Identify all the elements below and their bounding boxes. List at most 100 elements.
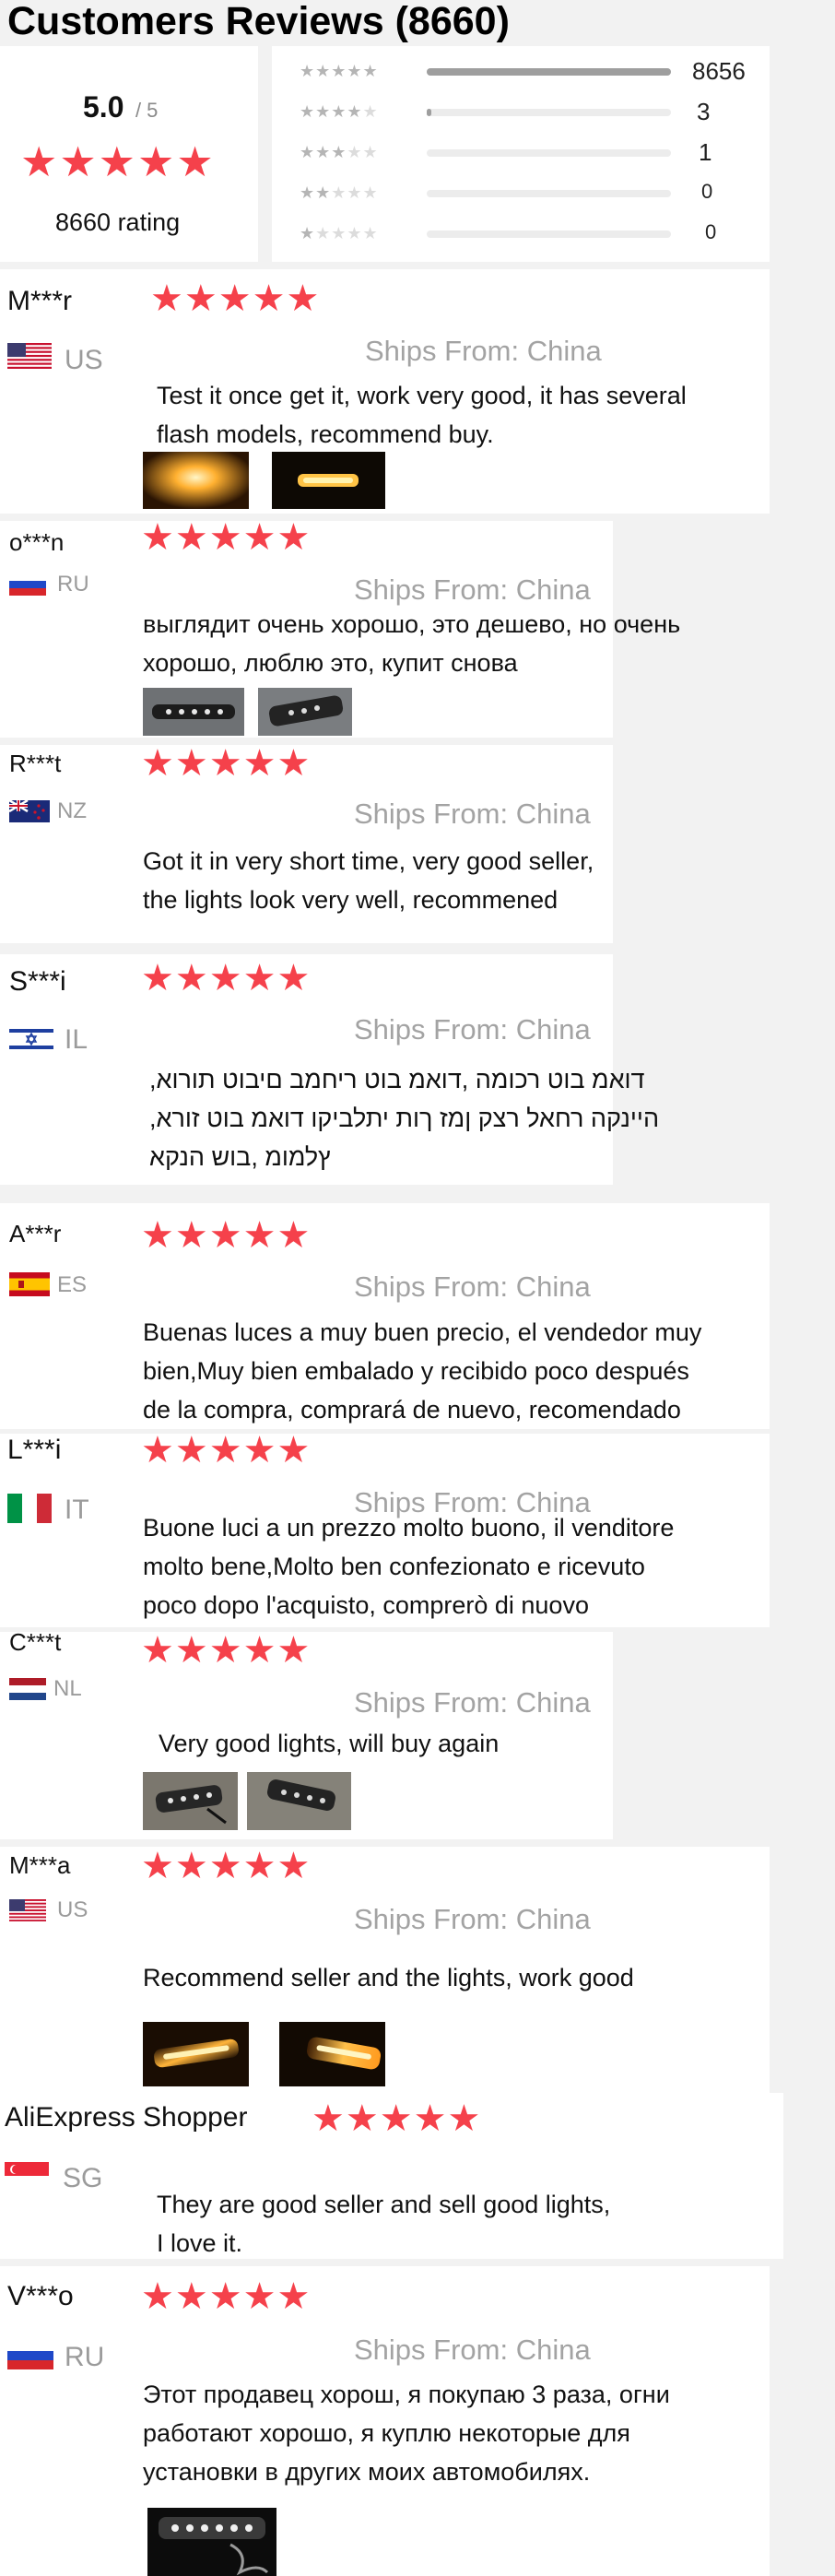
review-stars: ★★★★★ [141,958,312,998]
review-text-line: Buone luci a un prezzo molto buono, il v… [143,1514,675,1542]
ships-from: Ships From: China [354,1270,591,1303]
review-text: Этот продавец хорош, я покупаю 3 раза, о… [143,2375,670,2491]
review-text-line: Buenas luces a muy buen precio, el vende… [143,1318,702,1346]
review-text-line: ץלמומ ,בוש הנקא [149,1143,331,1171]
review-text-line: They are good seller and sell good light… [157,2191,611,2218]
review-stars: ★★★★★ [150,278,321,319]
review-text-line: I love it. [157,2229,243,2257]
average-rating-max: / 5 [135,99,159,122]
review-photo[interactable] [143,452,249,509]
review-text-line: poco dopo l'acquisto, comprerò di nuovo [143,1591,589,1619]
breakdown-bar-5[interactable] [427,68,671,76]
reviewer-name: V***o [7,2281,74,2311]
breakdown-bar-1[interactable] [427,230,671,238]
review-text-line: Test it once get it, work very good, it … [157,382,687,409]
breakdown-stars-3: ★★★★★ [300,143,379,161]
reviewer-country: US [57,1897,88,1922]
review-stars: ★★★★★ [141,517,312,558]
average-rating: 5.0 / 5 [83,92,158,122]
reviewer-country: ES [57,1272,88,1297]
breakdown-count-1: 0 [705,220,717,243]
page-title: Customers Reviews (8660) [7,0,510,43]
ru-flag-icon [9,573,46,596]
breakdown-stars-1: ★★★★★ [300,224,379,242]
reviewer-name: AliExpress Shopper [5,2102,248,2133]
reviewer-name: M***r [7,286,73,316]
reviewer-name: L***i [7,1435,62,1465]
review-text-line: דואמ בוט רכומה ,דואמ בוט ריחמב םיבוט תור… [149,1066,645,1093]
breakdown-stars-4: ★★★★★ [300,102,379,121]
reviewer-country: SG [63,2163,103,2193]
ships-from: Ships From: China [354,1903,591,1935]
review-text-line: Very good lights, will buy again [159,1730,500,1757]
review-stars: ★★★★★ [141,743,312,784]
reviewer-country: RU [57,572,89,597]
review-stars: ★★★★★ [141,1846,312,1886]
breakdown-count-2: 0 [701,180,713,203]
review-stars: ★★★★★ [141,1215,312,1256]
review-photo[interactable] [247,1772,351,1830]
us-flag-icon [9,1899,46,1921]
review-text-line: the lights look very well, recommened [143,886,559,914]
review-stars: ★★★★★ [312,2098,482,2139]
breakdown-count-5: 8656 [692,57,746,85]
reviewer-name: M***a [9,1851,71,1879]
breakdown-count-3: 1 [699,138,712,166]
breakdown-stars-5: ★★★★★ [300,62,379,80]
es-flag-icon [9,1272,50,1296]
ships-from: Ships From: China [354,2334,591,2366]
ships-from: Ships From: China [354,1686,591,1719]
rating-summary-panel: 5.0 / 5 ★★★★★ 8660 rating [0,46,258,262]
review-photo[interactable] [143,688,244,736]
review-text-line: установки в других моих автомобилях. [143,2458,591,2486]
us-flag-icon [7,343,52,369]
il-flag-icon [9,1026,53,1052]
ru-flag-icon [7,2342,53,2369]
review-text-line: de la compra, comprará de nuevo, recomen… [143,1396,681,1424]
review-text-line: хорошо, люблю это, купит снова [143,649,518,677]
reviewer-country: RU [65,2342,105,2372]
breakdown-fill-5 [427,68,671,76]
breakdown-bar-3[interactable] [427,149,671,157]
rating-breakdown-panel: ★★★★★ 8656 ★★★★★ 3 ★★★★★ 1 ★★★★★ 0 ★★★★★… [272,46,770,262]
review-text: Buone luci a un prezzo molto buono, il v… [143,1508,674,1625]
breakdown-stars-2: ★★★★★ [300,183,379,202]
ships-from: Ships From: China [354,1013,591,1046]
review-photo[interactable] [147,2508,276,2576]
review-text: Very good lights, will buy again [159,1724,499,1763]
review-text: Buenas luces a muy buen precio, el vende… [143,1313,701,1429]
review-text: Test it once get it, work very good, it … [157,376,687,454]
review-text: They are good seller and sell good light… [157,2185,610,2263]
review-text-line: работают хорошо, я куплю некоторые для [143,2419,630,2447]
nz-flag-icon [9,800,50,822]
reviewer-country: IL [65,1024,88,1055]
review-text: דואמ בוט רכומה ,דואמ בוט ריחמב םיבוט תור… [149,1060,659,1176]
review-text-line: Recommend seller and the lights, work go… [143,1964,634,1991]
breakdown-count-4: 3 [697,98,711,125]
review-photo[interactable] [279,2022,385,2086]
review-photo[interactable] [258,688,352,736]
review-text-line: выглядит очень хорошо, это дешево, но оч… [143,610,681,638]
rating-count: 8660 rating [55,208,181,236]
it-flag-icon [7,1494,52,1523]
reviewer-name: o***n [9,528,65,556]
review-text: выглядит очень хорошо, это дешево, но оч… [143,605,680,682]
review-stars: ★★★★★ [141,1630,312,1671]
review-photo[interactable] [272,452,385,509]
review-photo[interactable] [143,1772,238,1830]
average-rating-value: 5.0 [83,90,124,124]
review-stars: ★★★★★ [141,2276,312,2317]
review-photo[interactable] [143,2022,249,2086]
breakdown-bar-4[interactable] [427,109,671,116]
reviewer-country: IT [65,1495,89,1525]
review-text-line: flash models, recommend buy. [157,420,494,448]
review-text-line: Этот продавец хорош, я покупаю 3 раза, о… [143,2381,670,2408]
nl-flag-icon [9,1678,46,1700]
breakdown-bar-2[interactable] [427,190,671,197]
review-stars: ★★★★★ [141,1430,312,1471]
review-text-line: molto bene,Molto ben confezionato e rice… [143,1553,645,1580]
reviewer-country: US [65,345,103,375]
review-text-line: Got it in very short time, very good sel… [143,847,594,875]
ships-from: Ships From: China [365,335,602,367]
reviewer-country: NZ [57,798,87,823]
